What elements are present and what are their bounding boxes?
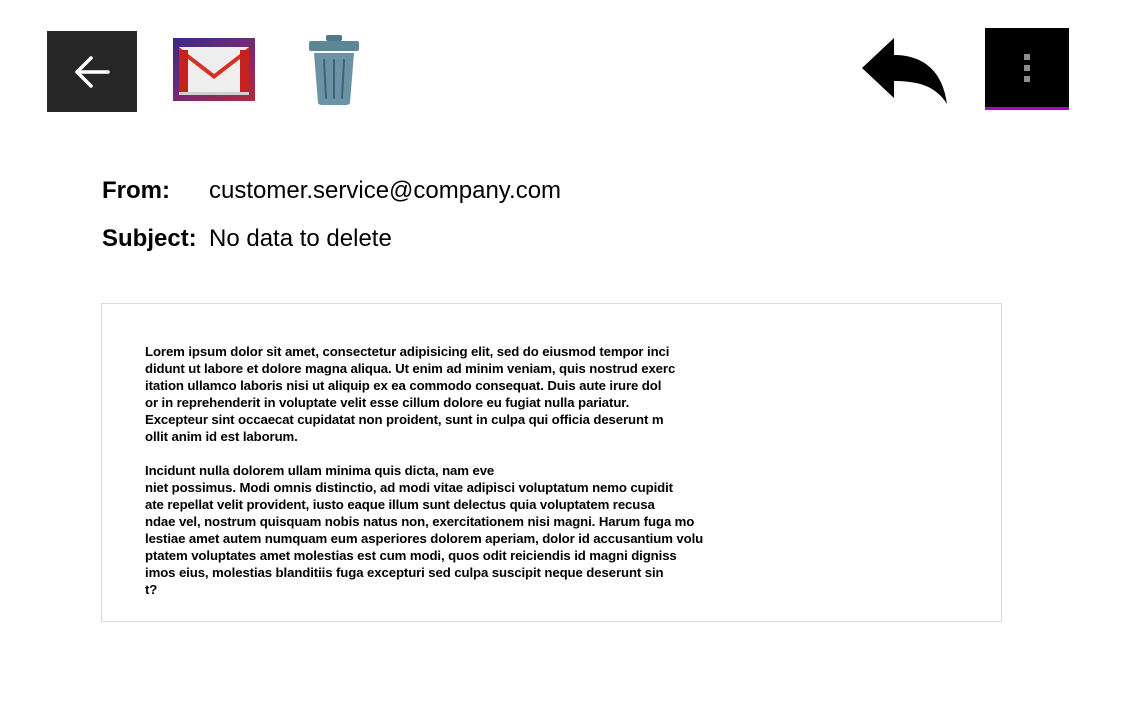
body-line: ptatem voluptates amet molestias est cum… [145, 548, 677, 563]
body-line: Excepteur sint occaecat cupidatat non pr… [145, 412, 664, 427]
gmail-button[interactable] [173, 38, 255, 101]
body-line: imos eius, molestias blanditiis fuga exc… [145, 565, 664, 580]
body-line: didunt ut labore et dolore magna aliqua.… [145, 361, 676, 376]
body-line: lestiae amet autem numquam eum asperiore… [145, 531, 704, 546]
body-line: Lorem ipsum dolor sit amet, consectetur … [145, 344, 670, 359]
more-vertical-icon [1024, 54, 1030, 82]
body-line: ndae vel, nostrum quisquam nobis natus n… [145, 514, 695, 529]
message-body: Lorem ipsum dolor sit amet, consectetur … [101, 303, 1002, 622]
arrow-left-icon [75, 56, 110, 88]
delete-button[interactable] [308, 34, 360, 106]
subject-label: Subject: [102, 225, 197, 252]
body-line: itation ullamco laboris nisi ut aliquip … [145, 378, 662, 393]
from-row: From: customer.service@company.com [102, 175, 561, 207]
reply-button[interactable] [860, 38, 948, 106]
body-line: ollit anim id est laborum. [145, 429, 298, 444]
more-options-button[interactable] [985, 28, 1069, 110]
reply-icon [862, 38, 947, 104]
message-text: Lorem ipsum dolor sit amet, consectetur … [145, 343, 765, 598]
back-button[interactable] [47, 31, 137, 112]
gmail-icon [173, 38, 255, 101]
from-label: From: [102, 177, 170, 204]
email-view: From: customer.service@company.com Subje… [0, 0, 1130, 707]
body-line: ate repellat velit provident, iusto eaqu… [145, 497, 655, 512]
body-paragraph-1: Lorem ipsum dolor sit amet, consectetur … [145, 343, 765, 445]
body-line: niet possimus. Modi omnis distinctio, ad… [145, 480, 673, 495]
body-line: t? [145, 582, 158, 597]
from-address: customer.service@company.com [209, 177, 562, 204]
body-line: or in reprehenderit in voluptate velit e… [145, 395, 630, 410]
trash-icon [309, 35, 359, 105]
subject-text: No data to delete [209, 225, 392, 252]
subject-row: Subject: No data to delete [102, 223, 392, 255]
body-paragraph-2: Incidunt nulla dolorem ullam minima quis… [145, 462, 765, 598]
body-line: Incidunt nulla dolorem ullam minima quis… [145, 463, 495, 478]
